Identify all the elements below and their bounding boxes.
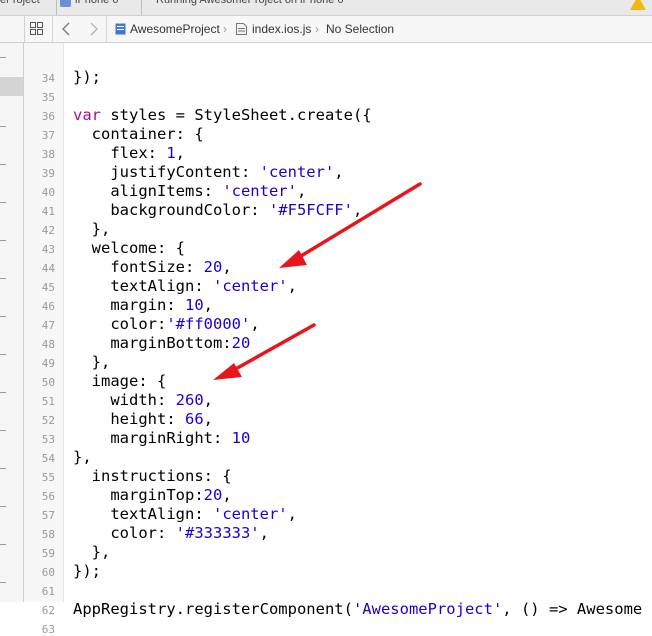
grid-icon[interactable] xyxy=(30,22,43,35)
nav-row-marker xyxy=(0,582,6,583)
breadcrumb-separator-icon: › xyxy=(223,22,227,36)
code-line[interactable]: }); xyxy=(73,68,101,87)
line-number: 61 xyxy=(41,585,55,598)
code-line[interactable]: textAlign: 'center', xyxy=(73,505,297,524)
code-line[interactable]: justifyContent: 'center', xyxy=(73,163,343,182)
line-number: 60 xyxy=(41,566,55,579)
line-number: 62 xyxy=(41,604,55,617)
nav-row-marker xyxy=(0,57,6,58)
line-number: 55 xyxy=(41,471,55,484)
nav-row-marker xyxy=(0,430,6,431)
line-number: 37 xyxy=(41,129,55,142)
navigator-toggle[interactable] xyxy=(0,16,25,42)
navigator-selected-row[interactable] xyxy=(0,77,23,96)
line-number: 59 xyxy=(41,547,55,560)
code-line[interactable]: }, xyxy=(73,220,111,239)
code-line[interactable]: flex: 1, xyxy=(73,144,185,163)
divider xyxy=(52,16,53,42)
project-file-icon xyxy=(115,23,126,35)
code-line[interactable]: }, xyxy=(73,543,111,562)
nav-row-marker xyxy=(0,506,6,507)
nav-row-marker xyxy=(0,164,6,165)
line-number: 51 xyxy=(41,395,55,408)
code-line[interactable]: width: 260, xyxy=(73,391,213,410)
line-number-gutter[interactable]: 34 35 36 37 38 39 40 41 42 43 44 45 46 47 48 49 50 51 52 53… xyxy=(24,43,64,636)
line-number: 50 xyxy=(41,376,55,389)
code-line[interactable]: image: { xyxy=(73,372,167,391)
code-line[interactable]: fontSize: 20, xyxy=(73,258,231,277)
line-number: 40 xyxy=(41,186,55,199)
nav-row-marker xyxy=(0,468,6,469)
code-line[interactable]: }); xyxy=(73,562,101,581)
line-number: 56 xyxy=(41,490,55,503)
code-line[interactable]: marginBottom:20 xyxy=(73,334,250,353)
code-line[interactable]: instructions: { xyxy=(73,467,232,486)
line-number: 39 xyxy=(41,167,55,180)
line-number: 44 xyxy=(41,262,55,275)
code-line[interactable]: marginTop:20, xyxy=(73,486,231,505)
js-file-icon xyxy=(236,23,247,35)
nav-row-marker xyxy=(0,126,6,127)
nav-row-marker xyxy=(0,202,6,203)
nav-row-marker xyxy=(0,240,6,241)
line-number: 54 xyxy=(41,452,55,465)
window-tab-strip: er roject iPhone 6 Running AwesomeProjec… xyxy=(0,0,652,15)
code-line[interactable]: container: { xyxy=(73,125,204,144)
nav-row-marker xyxy=(0,354,6,355)
code-line[interactable]: textAlign: 'center', xyxy=(73,277,297,296)
warning-icon[interactable] xyxy=(630,0,646,10)
code-line[interactable]: AppRegistry.registerComponent('AwesomePr… xyxy=(73,600,642,619)
line-number: 34 xyxy=(41,72,55,85)
line-number: 35 xyxy=(41,91,55,104)
nav-row-marker xyxy=(0,278,6,279)
line-number: 58 xyxy=(41,528,55,541)
tab-divider xyxy=(56,0,57,15)
jump-bar: AwesomeProject › index.ios.js › No Selec… xyxy=(0,15,652,43)
breadcrumb-separator-icon: › xyxy=(315,22,319,36)
line-number: 47 xyxy=(41,319,55,332)
code-line[interactable]: color:'#ff0000', xyxy=(73,315,259,334)
line-number: 49 xyxy=(41,357,55,370)
code-line[interactable]: margin: 10, xyxy=(73,296,213,315)
tab-project-label[interactable]: er roject xyxy=(0,0,40,10)
code-line[interactable]: welcome: { xyxy=(73,239,185,258)
navigator-panel xyxy=(0,43,24,602)
code-line[interactable]: color: '#333333', xyxy=(73,524,269,543)
code-line[interactable]: height: 66, xyxy=(73,410,213,429)
tab-running-label[interactable]: Running AwesomeProject on iPhone 6 xyxy=(156,0,344,10)
nav-row-marker xyxy=(0,316,6,317)
code-line[interactable]: alignItems: 'center', xyxy=(73,182,306,201)
line-number: 43 xyxy=(41,243,55,256)
line-number: 46 xyxy=(41,300,55,313)
line-number: 45 xyxy=(41,281,55,294)
line-number: 57 xyxy=(41,509,55,522)
breadcrumb-selection[interactable]: No Selection xyxy=(326,16,394,42)
line-number: 48 xyxy=(41,338,55,351)
line-number: 38 xyxy=(41,148,55,161)
code-line[interactable]: }, xyxy=(73,353,111,372)
line-number: 42 xyxy=(41,224,55,237)
code-line[interactable]: backgroundColor: '#F5FCFF', xyxy=(73,201,362,220)
line-number: 36 xyxy=(41,110,55,123)
line-number: 52 xyxy=(41,414,55,427)
nav-row-marker xyxy=(0,392,6,393)
line-number: 53 xyxy=(41,433,55,446)
code-line[interactable]: }, xyxy=(73,448,92,467)
tab-device-label[interactable]: iPhone 6 xyxy=(75,0,118,10)
app-icon xyxy=(60,0,71,7)
breadcrumb-project[interactable]: AwesomeProject xyxy=(130,16,220,42)
line-number: 41 xyxy=(41,205,55,218)
line-number: 63 xyxy=(41,623,55,636)
breadcrumb-file[interactable]: index.ios.js xyxy=(252,16,311,42)
divider xyxy=(106,16,107,42)
nav-row-marker xyxy=(0,544,6,545)
tab-divider xyxy=(141,0,142,15)
code-line[interactable]: marginRight: 10 xyxy=(73,429,250,448)
code-line[interactable]: var styles = StyleSheet.create({ xyxy=(73,106,372,125)
forward-chevron-icon[interactable] xyxy=(84,20,102,38)
back-chevron-icon[interactable] xyxy=(58,20,76,38)
